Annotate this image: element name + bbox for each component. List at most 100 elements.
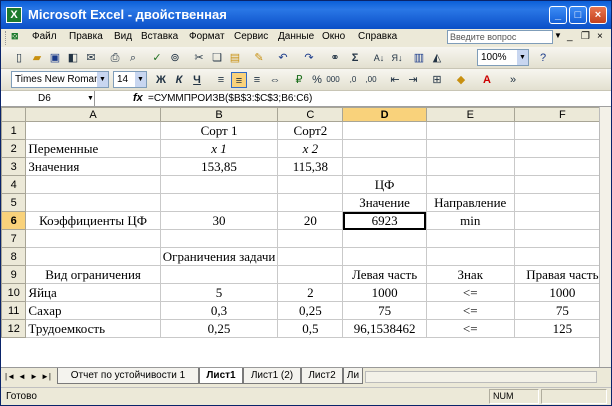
tab-sheet-partial[interactable]: Ли <box>343 368 363 384</box>
chevron-down-icon[interactable]: ▼ <box>97 72 108 87</box>
align-right-icon[interactable]: ≡ <box>249 72 265 88</box>
cell-f3[interactable] <box>513 157 611 176</box>
format-painter-icon[interactable]: ✎ <box>251 50 267 66</box>
cell-f6[interactable] <box>513 211 611 230</box>
hyperlink-icon[interactable]: ⚭ <box>327 50 343 66</box>
cell-a6[interactable]: Коэффициенты ЦФ <box>25 211 161 230</box>
cell-d4[interactable]: ЦФ <box>342 175 427 194</box>
row-header[interactable]: 3 <box>1 157 27 176</box>
menu-edit[interactable]: Правка <box>69 31 103 42</box>
row-header[interactable]: 10 <box>1 283 27 302</box>
undo-icon[interactable]: ↶ <box>275 50 291 66</box>
cell-a2[interactable]: Переменные <box>25 139 161 158</box>
close-button[interactable]: × <box>589 6 607 24</box>
cell-c9[interactable] <box>277 265 344 284</box>
cell-e4[interactable] <box>425 175 515 194</box>
cell-f9[interactable]: Правая часть <box>513 265 611 284</box>
sort-desc-icon[interactable]: Я↓ <box>389 50 405 66</box>
cell-b2[interactable]: x 1 <box>159 139 279 158</box>
minimize-button[interactable]: _ <box>549 6 567 24</box>
tab-sheet2[interactable]: Лист2 <box>301 368 343 384</box>
cell-d5[interactable]: Значение <box>342 193 427 212</box>
next-sheet-icon[interactable]: ► <box>29 371 39 382</box>
copy-icon[interactable]: ❏ <box>209 50 225 66</box>
spelling-icon[interactable]: ✓ <box>149 50 165 66</box>
email-icon[interactable]: ✉ <box>83 50 99 66</box>
tab-sheet1[interactable]: Лист1 <box>199 368 243 384</box>
cell-b6[interactable]: 30 <box>159 211 279 230</box>
excel-app-icon[interactable]: X <box>6 7 22 23</box>
cell-a12[interactable]: Трудоемкость <box>25 319 161 338</box>
row-header[interactable]: 5 <box>1 193 27 212</box>
decrease-indent-icon[interactable]: ⇤ <box>387 72 403 88</box>
open-icon[interactable]: ▰ <box>29 50 45 66</box>
row-header[interactable]: 1 <box>1 121 27 140</box>
row-header[interactable]: 12 <box>1 319 27 338</box>
column-header-c[interactable]: C <box>277 107 344 122</box>
chevron-down-icon[interactable]: ▼ <box>517 50 528 65</box>
row-header[interactable]: 9 <box>1 265 27 284</box>
bold-button[interactable]: Ж <box>153 72 169 88</box>
menu-insert[interactable]: Вставка <box>141 31 178 42</box>
vertical-scrollbar[interactable] <box>599 107 611 367</box>
prev-sheet-icon[interactable]: ◄ <box>17 371 27 382</box>
column-header-d[interactable]: D <box>342 107 427 122</box>
cell-d11[interactable]: 75 <box>342 301 427 320</box>
chevron-down-icon[interactable]: ▼ <box>135 72 146 87</box>
menu-view[interactable]: Вид <box>114 31 132 42</box>
menu-file[interactable]: Файл <box>32 31 57 42</box>
font-select[interactable]: Times New Roman ▼ <box>11 71 109 88</box>
cut-icon[interactable]: ✂ <box>191 50 207 66</box>
cell-a10[interactable]: Яйца <box>25 283 161 302</box>
horizontal-scrollbar[interactable] <box>365 371 597 383</box>
insert-function-icon[interactable]: fx <box>133 91 143 106</box>
print-preview-icon[interactable]: ⌕ <box>125 50 141 66</box>
cell-c11[interactable]: 0,25 <box>277 301 344 320</box>
research-icon[interactable]: ⊚ <box>167 50 183 66</box>
formula-input[interactable]: =СУММПРОИЗВ($B$3:$C$3;B6:C6) <box>148 91 312 106</box>
cell-f12[interactable]: 125 <box>513 319 611 338</box>
cell-c12[interactable]: 0,5 <box>277 319 344 338</box>
borders-icon[interactable]: ⊞ <box>429 72 445 88</box>
cell-c8[interactable] <box>277 247 344 266</box>
fill-color-icon[interactable]: ◆ <box>453 72 469 88</box>
cell-e6[interactable]: min <box>425 211 515 230</box>
help-dropdown-icon[interactable]: ▼ <box>554 31 562 40</box>
cell-f10[interactable]: 1000 <box>513 283 611 302</box>
cell-f7[interactable] <box>513 229 611 248</box>
cell-f5[interactable] <box>513 193 611 212</box>
merge-center-icon[interactable]: ⇔ <box>267 72 283 88</box>
cell-d1[interactable] <box>342 121 427 140</box>
cell-f11[interactable]: 75 <box>513 301 611 320</box>
cell-c10[interactable]: 2 <box>277 283 344 302</box>
cell-c2[interactable]: x 2 <box>277 139 344 158</box>
cell-e7[interactable] <box>425 229 515 248</box>
cell-a1[interactable] <box>25 121 161 140</box>
permission-icon[interactable]: ◧ <box>65 50 81 66</box>
maximize-button[interactable]: □ <box>569 6 587 24</box>
cell-e10[interactable]: <= <box>425 283 515 302</box>
cell-a3[interactable]: Значения <box>25 157 161 176</box>
cell-b8[interactable]: Ограничения задачи <box>159 247 279 266</box>
percent-icon[interactable]: % <box>309 72 325 88</box>
redo-icon[interactable]: ↷ <box>301 50 317 66</box>
save-icon[interactable]: ▣ <box>47 50 63 66</box>
menu-format[interactable]: Формат <box>189 31 225 42</box>
cell-e1[interactable] <box>425 121 515 140</box>
cell-e2[interactable] <box>425 139 515 158</box>
increase-decimal-icon[interactable]: ,0 <box>345 72 361 88</box>
row-header[interactable]: 4 <box>1 175 27 194</box>
chart-wizard-icon[interactable]: ▥ <box>411 50 427 66</box>
cell-d2[interactable] <box>342 139 427 158</box>
menu-help[interactable]: Справка <box>358 31 397 42</box>
font-color-icon[interactable]: A <box>479 72 495 88</box>
autosum-icon[interactable]: Σ <box>347 50 363 66</box>
drawing-icon[interactable]: ◭ <box>429 50 445 66</box>
underline-button[interactable]: Ч <box>189 72 205 88</box>
cell-b1[interactable]: Сорт 1 <box>159 121 279 140</box>
cell-a9[interactable]: Вид ограничения <box>25 265 161 284</box>
align-left-icon[interactable]: ≡ <box>213 72 229 88</box>
paste-icon[interactable]: ▤ <box>227 50 243 66</box>
print-icon[interactable]: ⎙ <box>107 50 123 66</box>
cell-f1[interactable] <box>513 121 611 140</box>
